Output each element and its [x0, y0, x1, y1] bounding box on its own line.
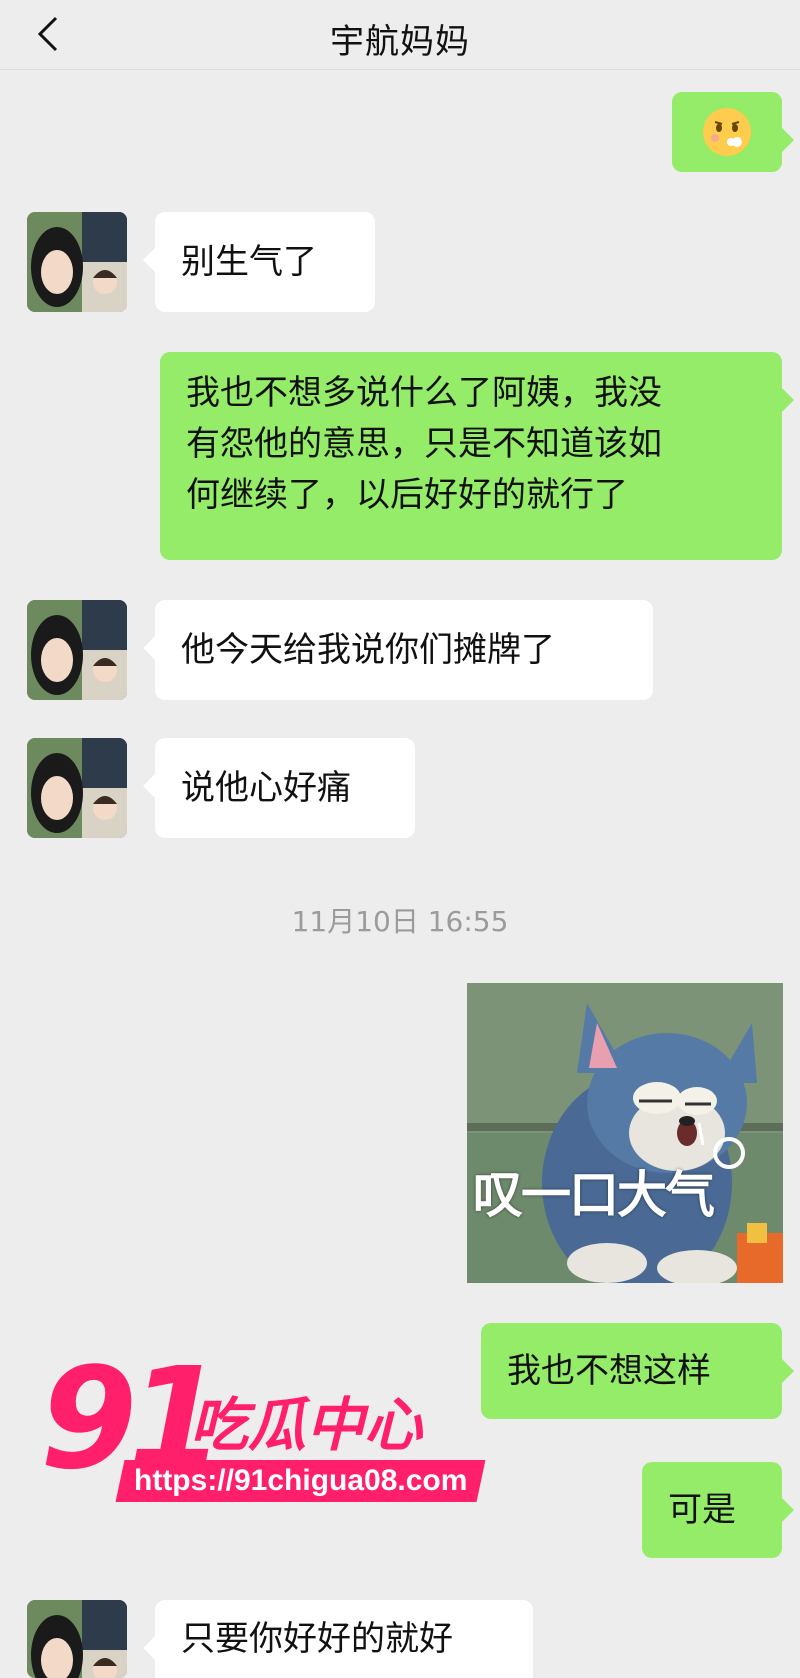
message-bubble-outgoing[interactable]: 我也不想这样 — [481, 1323, 794, 1419]
message-bubble-outgoing[interactable] — [672, 92, 794, 172]
contact-avatar[interactable] — [27, 1600, 127, 1678]
avatar-image — [27, 1600, 127, 1678]
message-text-line: 何继续了，以后好好的就行了 — [186, 475, 628, 515]
cartoon-cat-sticker-icon — [467, 983, 783, 1283]
message-bubble-incoming[interactable]: 他今天给我说你们摊牌了 — [143, 600, 653, 700]
message-bubble-incoming[interactable]: 只要你好好的就好 — [143, 1600, 533, 1678]
contact-avatar[interactable] — [27, 600, 127, 700]
message-text-line: 我也不想多说什么了阿姨，我没 — [186, 373, 662, 413]
message-text: 说他心好痛 — [181, 767, 351, 808]
avatar-image — [27, 600, 127, 700]
contact-avatar[interactable] — [27, 212, 127, 312]
message-bubble-incoming[interactable]: 别生气了 — [143, 212, 375, 312]
message-timestamp: 11月10日 16:55 — [291, 905, 509, 938]
avatar-image — [27, 738, 127, 838]
message-bubble-outgoing[interactable]: 我也不想多说什么了阿姨，我没 有怨他的意思，只是不知道该如 何继续了，以后好好的… — [160, 352, 794, 560]
chat-header: 宇航妈妈 — [0, 0, 800, 70]
message-text-line: 有怨他的意思，只是不知道该如 — [186, 424, 662, 464]
chat-title: 宇航妈妈 — [330, 22, 470, 62]
message-bubble-incoming[interactable]: 说他心好痛 — [143, 738, 415, 838]
message-text: 别生气了 — [181, 241, 317, 282]
message-bubble-outgoing[interactable]: 可是 — [642, 1462, 794, 1558]
message-text: 他今天给我说你们摊牌了 — [181, 629, 555, 670]
avatar-image — [27, 212, 127, 312]
pouting-face-icon — [703, 108, 751, 156]
sticker-caption: 叹一口大气 — [473, 1166, 715, 1224]
message-text: 只要你好好的就好 — [181, 1618, 453, 1659]
watermark-name: 吃瓜中心 — [190, 1391, 423, 1459]
sticker-image[interactable]: 叹一口大气 — [467, 983, 783, 1283]
message-text: 我也不想这样 — [507, 1350, 711, 1391]
message-text: 可是 — [668, 1489, 736, 1530]
site-watermark: 91 吃瓜中心 https://91chigua08.com — [40, 1350, 486, 1510]
watermark-url: https://91chigua08.com — [115, 1460, 486, 1502]
contact-avatar[interactable] — [27, 738, 127, 838]
